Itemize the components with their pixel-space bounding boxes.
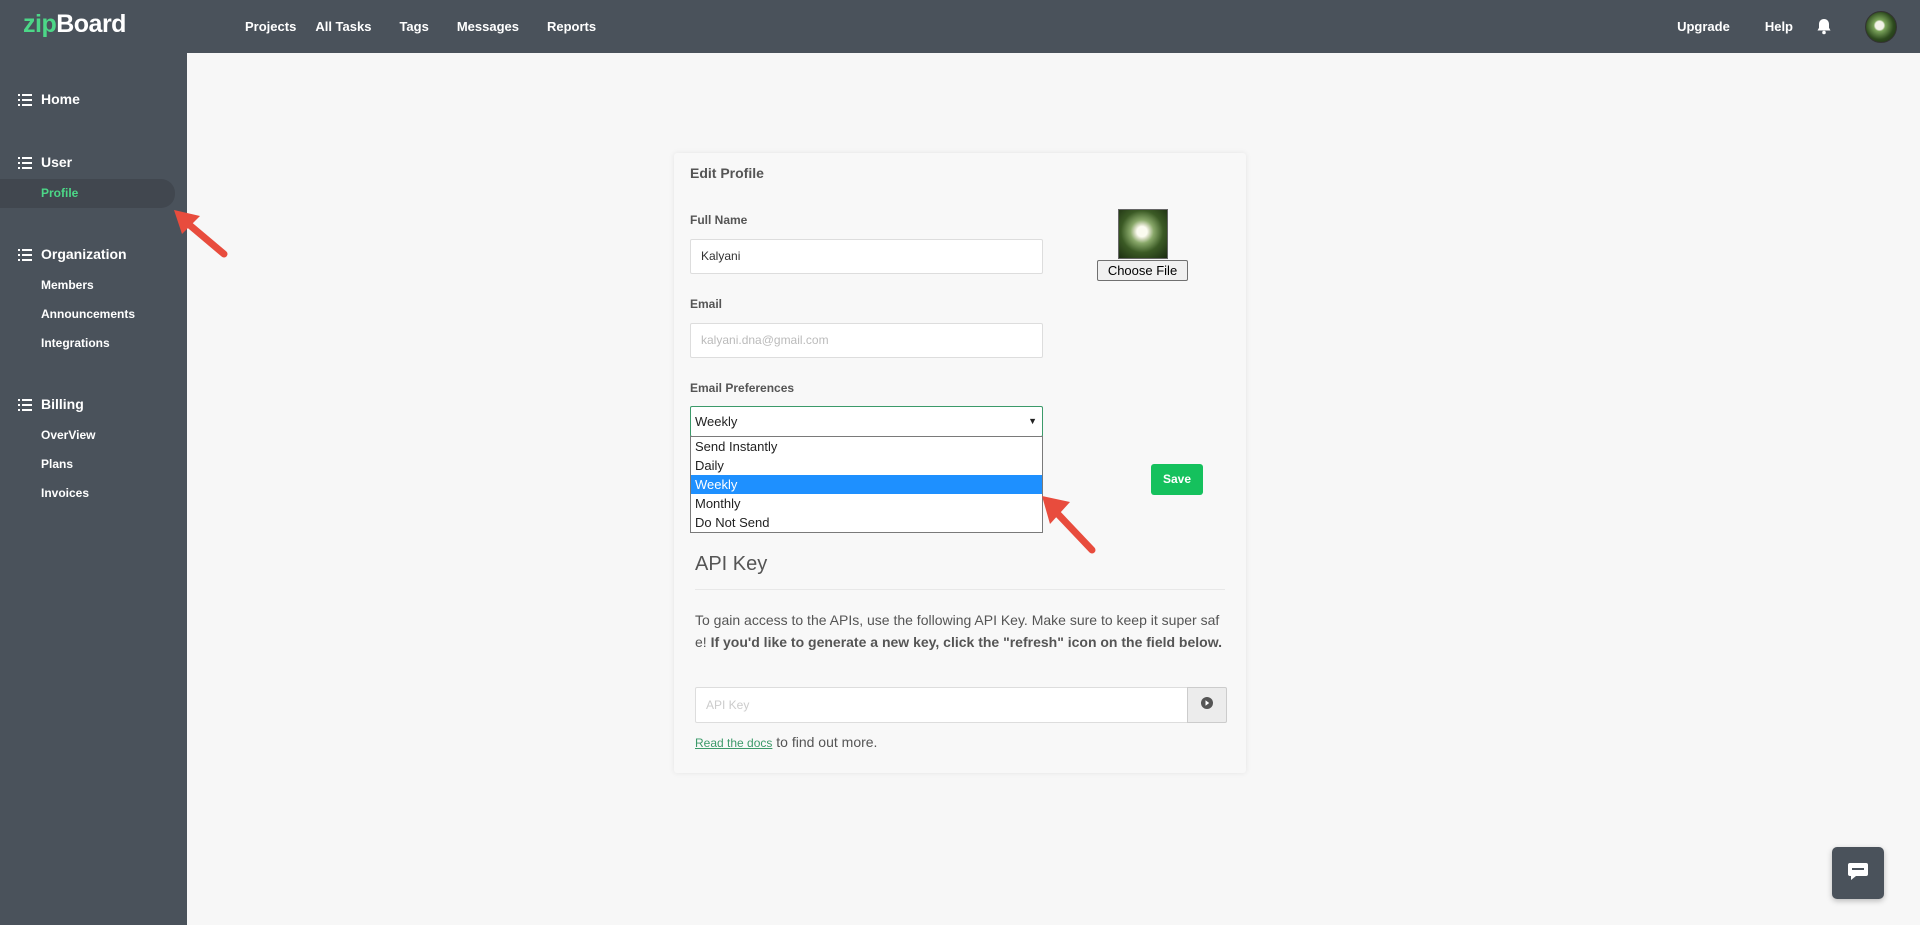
email-preferences-label: Email Preferences: [690, 381, 795, 395]
chat-icon: [1847, 861, 1869, 886]
sidebar-label: Organization: [41, 246, 127, 262]
sidebar-item-overview[interactable]: OverView: [0, 421, 187, 450]
list-icon: [18, 398, 32, 411]
sidebar-label: User: [41, 154, 73, 170]
option-weekly[interactable]: Weekly: [691, 475, 1042, 494]
chat-button[interactable]: [1832, 847, 1884, 899]
profile-picture: [1118, 209, 1168, 259]
sidebar-section-user: User Profile: [0, 152, 187, 208]
sidebar-item-members[interactable]: Members: [0, 271, 187, 300]
sidebar-section-home: Home: [0, 89, 187, 109]
top-navbar: zipBoard Projects All Tasks Tags Message…: [0, 0, 1920, 53]
sidebar-item-invoices[interactable]: Invoices: [0, 479, 187, 508]
option-monthly[interactable]: Monthly: [691, 494, 1042, 513]
upgrade-link[interactable]: Upgrade: [1677, 19, 1730, 34]
divider: [695, 589, 1225, 590]
sidebar-item-organization[interactable]: Organization: [0, 244, 187, 264]
sidebar: Home User Profile Organization Members A…: [0, 53, 187, 925]
sidebar-label: Billing: [41, 396, 84, 412]
email-label: Email: [690, 297, 723, 311]
nav-projects[interactable]: Projects: [245, 19, 296, 34]
option-send-instantly[interactable]: Send Instantly: [691, 437, 1042, 456]
api-docs-line: Read the docs to find out more.: [695, 734, 878, 750]
api-key-title: API Key: [695, 553, 768, 575]
edit-profile-card: Edit Profile Full Name Kalyani Choose Fi…: [674, 153, 1246, 773]
caret-down-icon: ▼: [1028, 416, 1037, 426]
zipboard-logo[interactable]: zipBoard: [23, 10, 126, 39]
annotation-arrow-profile: [174, 210, 228, 258]
selected-value: Weekly: [695, 414, 738, 429]
annotation-arrow-dropdown: [1042, 496, 1096, 554]
nav-tags[interactable]: Tags: [399, 19, 428, 34]
sidebar-label: Home: [41, 91, 80, 107]
top-nav: Projects All Tasks Tags Messages Reports: [245, 0, 596, 53]
bell-icon[interactable]: [1815, 18, 1833, 36]
email-preferences-select[interactable]: Weekly ▼: [690, 406, 1043, 437]
email-preferences-dropdown: Send Instantly Daily Weekly Monthly Do N…: [690, 436, 1043, 533]
card-title: Edit Profile: [690, 165, 764, 181]
sidebar-item-integrations[interactable]: Integrations: [0, 329, 187, 358]
help-link[interactable]: Help: [1765, 19, 1793, 34]
sidebar-item-announcements[interactable]: Announcements: [0, 300, 187, 329]
top-right-nav: Upgrade Help: [1677, 0, 1920, 53]
list-icon: [18, 93, 32, 106]
list-icon: [18, 156, 32, 169]
read-docs-link[interactable]: Read the docs: [695, 736, 772, 750]
sidebar-item-home[interactable]: Home: [0, 89, 187, 109]
save-button[interactable]: Save: [1151, 464, 1203, 495]
nav-messages[interactable]: Messages: [457, 19, 519, 34]
refresh-key-button[interactable]: [1187, 687, 1227, 723]
sidebar-item-billing[interactable]: Billing: [0, 394, 187, 414]
sidebar-item-user[interactable]: User: [0, 152, 187, 172]
choose-file-button[interactable]: Choose File: [1097, 260, 1188, 281]
option-do-not-send[interactable]: Do Not Send: [691, 513, 1042, 532]
list-icon: [18, 248, 32, 261]
refresh-icon: [1201, 696, 1213, 714]
sidebar-section-organization: Organization Members Announcements Integ…: [0, 244, 187, 358]
option-daily[interactable]: Daily: [691, 456, 1042, 475]
nav-reports[interactable]: Reports: [547, 19, 596, 34]
sidebar-item-plans[interactable]: Plans: [0, 450, 187, 479]
nav-all-tasks[interactable]: All Tasks: [315, 19, 371, 34]
email-input[interactable]: kalyani.dna@gmail.com: [690, 323, 1043, 358]
api-key-input[interactable]: API Key: [695, 687, 1188, 723]
sidebar-item-profile[interactable]: Profile: [0, 179, 175, 208]
full-name-label: Full Name: [690, 213, 748, 227]
user-avatar[interactable]: [1865, 10, 1897, 43]
sidebar-section-billing: Billing OverView Plans Invoices: [0, 394, 187, 508]
api-key-description: To gain access to the APIs, use the foll…: [695, 612, 1222, 650]
full-name-input[interactable]: Kalyani: [690, 239, 1043, 274]
